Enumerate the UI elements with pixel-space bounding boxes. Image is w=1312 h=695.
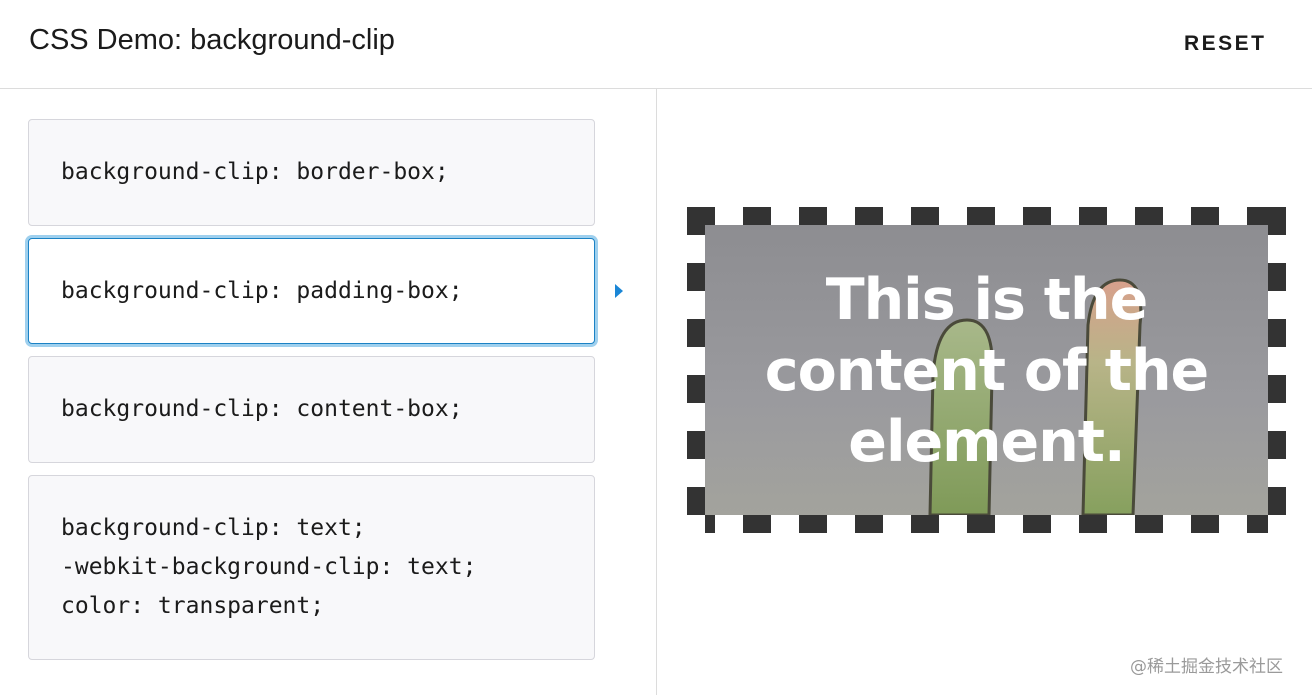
- code-line: -webkit-background-clip: text;: [61, 554, 477, 580]
- panel-divider: [656, 89, 657, 695]
- page-title: CSS Demo: background-clip: [29, 24, 395, 56]
- code-line: background-clip: content-box;: [61, 396, 463, 422]
- code-line: background-clip: padding-box;: [61, 277, 463, 304]
- option-content-box[interactable]: background-clip: content-box;: [28, 356, 595, 463]
- code-line: color: transparent;: [61, 593, 325, 619]
- reset-button[interactable]: RESET: [1176, 28, 1275, 60]
- option-text[interactable]: background-clip: text; -webkit-backgroun…: [28, 475, 595, 660]
- header: CSS Demo: background-clip RESET: [0, 0, 1312, 89]
- selected-indicator-icon: [615, 284, 623, 298]
- border-right: [1268, 207, 1286, 533]
- code-line: background-clip: border-box;: [61, 159, 449, 185]
- option-padding-box[interactable]: background-clip: padding-box;: [28, 238, 595, 344]
- example-element: This is the content of the element.: [705, 225, 1268, 515]
- example-text: This is the content of the element.: [764, 267, 1209, 475]
- code-line: background-clip: text;: [61, 515, 366, 541]
- option-border-box[interactable]: background-clip: border-box;: [28, 119, 595, 226]
- border-left: [687, 207, 705, 533]
- watermark: @稀土掘金技术社区: [1130, 657, 1283, 677]
